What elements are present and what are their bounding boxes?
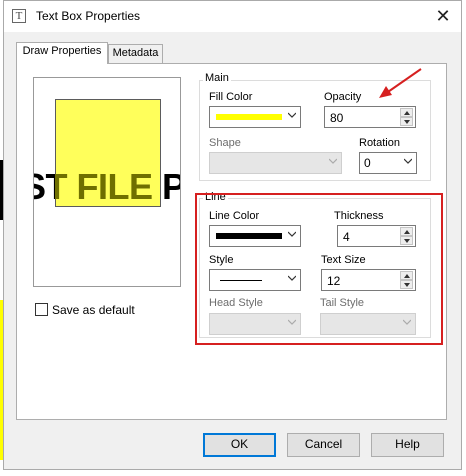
opacity-spinner[interactable]: 80 bbox=[324, 106, 416, 128]
save-as-default-checkbox[interactable] bbox=[35, 303, 48, 316]
preview-overlay-text: ST FILE P bbox=[55, 166, 161, 207]
close-button[interactable]: ✕ bbox=[430, 4, 456, 28]
ok-button[interactable]: OK bbox=[203, 433, 276, 457]
fill-color-swatch bbox=[216, 114, 282, 120]
save-as-default-label: Save as default bbox=[52, 303, 135, 317]
shape-label: Shape bbox=[209, 137, 241, 149]
annotation-highlight-box bbox=[195, 193, 443, 345]
tab-draw-properties[interactable]: Draw Properties bbox=[16, 42, 108, 64]
fill-color-dropdown[interactable] bbox=[209, 106, 301, 128]
window-title: Text Box Properties bbox=[36, 9, 141, 23]
shape-dropdown[interactable] bbox=[209, 152, 342, 174]
tab-metadata[interactable]: Metadata bbox=[108, 44, 163, 63]
opacity-label: Opacity bbox=[324, 91, 362, 103]
rotation-label: Rotation bbox=[359, 137, 400, 149]
rotation-dropdown[interactable]: 0 bbox=[359, 152, 417, 174]
preview-box-overlay: ST FILE P bbox=[55, 99, 161, 207]
cancel-button[interactable]: Cancel bbox=[287, 433, 360, 457]
main-group-label: Main bbox=[203, 72, 231, 84]
help-button[interactable]: Help bbox=[371, 433, 444, 457]
rotation-value: 0 bbox=[364, 156, 371, 170]
opacity-value: 80 bbox=[330, 111, 344, 125]
spin-down-button[interactable] bbox=[400, 117, 413, 126]
chevron-down-icon bbox=[288, 111, 296, 119]
spin-up-button[interactable] bbox=[400, 108, 413, 117]
fill-color-label: Fill Color bbox=[209, 91, 253, 103]
preview-canvas: ST FILE P ST FILE P bbox=[33, 77, 181, 287]
chevron-down-icon bbox=[404, 157, 412, 165]
text-tool-icon: T bbox=[12, 9, 26, 23]
chevron-down-icon bbox=[329, 157, 337, 165]
annotation-arrow-icon bbox=[379, 68, 422, 98]
title-bar: T Text Box Properties ✕ bbox=[4, 1, 461, 32]
